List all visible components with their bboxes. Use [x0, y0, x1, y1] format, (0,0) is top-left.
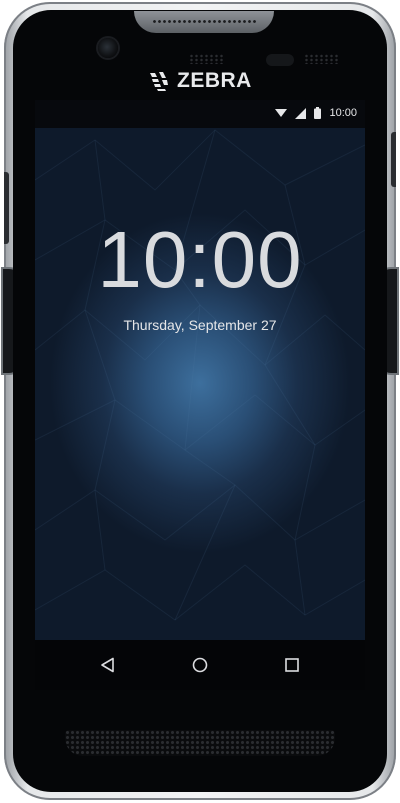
- sensor-grille: [189, 54, 223, 64]
- cellular-signal-icon: [295, 107, 307, 119]
- zebra-head-icon: [150, 72, 168, 91]
- back-triangle-icon: [101, 657, 114, 673]
- polygon-wallpaper: [35, 129, 365, 621]
- earpiece: [134, 11, 274, 33]
- side-key-right[interactable]: [391, 132, 396, 187]
- brand-logo: ZEBRA: [147, 66, 267, 96]
- battery-icon: [314, 107, 322, 119]
- brand-name: ZEBRA: [177, 69, 252, 92]
- home-button[interactable]: [188, 653, 212, 677]
- navigation-bar: [35, 640, 365, 690]
- recents-square-icon: [285, 658, 299, 672]
- recents-button[interactable]: [280, 653, 304, 677]
- bottom-speaker-grille: [65, 730, 335, 756]
- lock-clock: 10:00: [97, 215, 303, 304]
- proximity-sensor: [266, 54, 294, 66]
- front-camera: [98, 38, 118, 58]
- side-key-left[interactable]: [4, 172, 9, 244]
- sensor-grille: [304, 54, 338, 64]
- status-bar: 10:00: [35, 100, 365, 128]
- back-button[interactable]: [96, 653, 120, 677]
- lock-date: Thursday, September 27: [123, 317, 277, 333]
- earpiece-grille: [152, 19, 256, 24]
- status-time: 10:00: [329, 107, 357, 119]
- wifi-icon: [275, 109, 288, 117]
- home-circle-icon: [192, 657, 208, 673]
- lock-screen[interactable]: 10:00 10:00 Thursday, September 27: [35, 100, 365, 690]
